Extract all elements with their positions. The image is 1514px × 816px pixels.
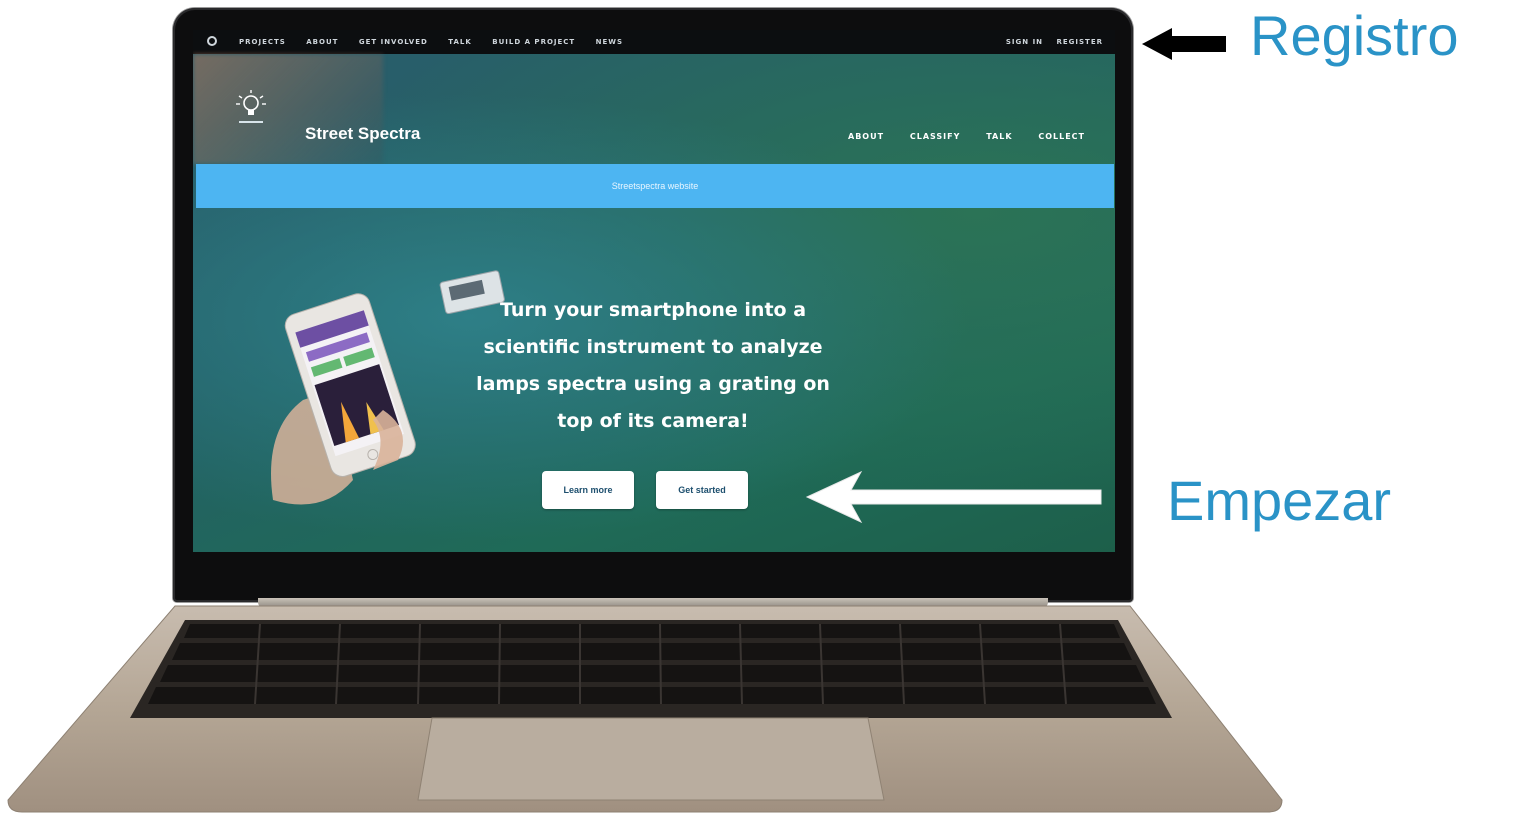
registro-annotation: Registro xyxy=(1250,4,1459,67)
arrow-left-icon xyxy=(805,470,1102,524)
empezar-annotation: Empezar xyxy=(1167,469,1392,532)
laptop-base xyxy=(7,605,1283,813)
arrow-left-icon xyxy=(1142,28,1226,60)
